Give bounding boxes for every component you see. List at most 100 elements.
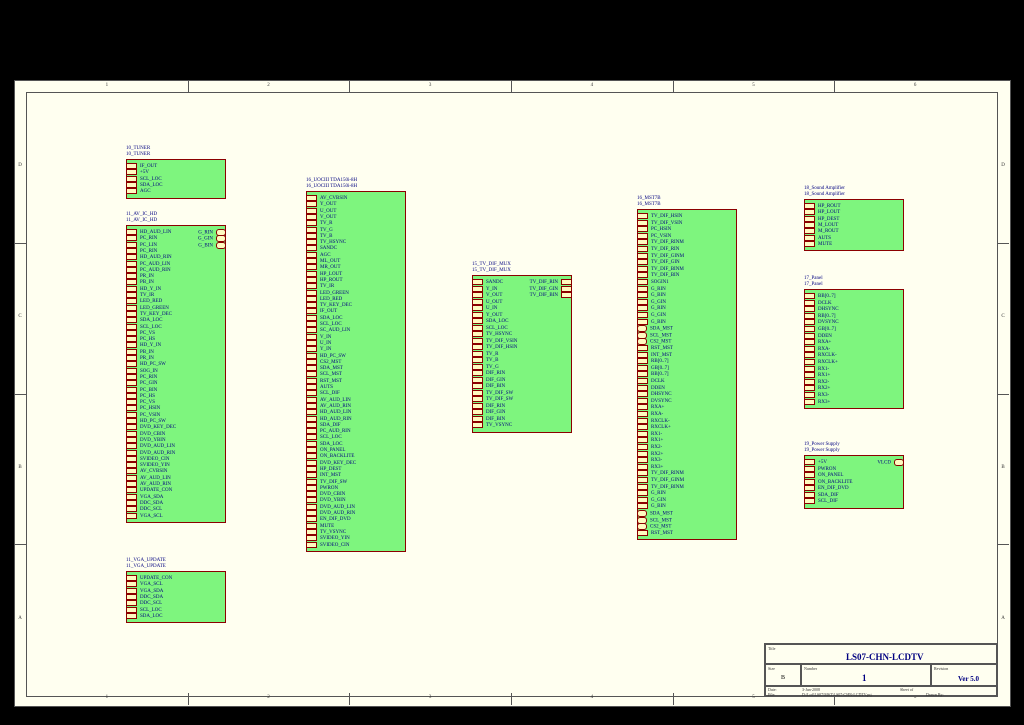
- port-pin-icon: [472, 389, 483, 396]
- port-pin-icon: [126, 430, 137, 437]
- sheet-entry[interactable]: TV_VSYNC: [472, 422, 512, 429]
- sheet-entry[interactable]: G_BIN: [198, 241, 226, 250]
- port-pin-icon: [306, 484, 317, 491]
- sheet-entry[interactable]: RST_MST: [637, 529, 673, 537]
- port-pin-icon: [126, 455, 137, 462]
- sheet-entry-label: TV_DIF_SW: [486, 397, 514, 403]
- schematic-sheet: 112233445566DDCCBBAA 10_TUNER 10_TUNER IF_…: [14, 80, 1011, 707]
- sheet-entry-label: DIF_GIN: [486, 410, 506, 416]
- sheet-entry-label: GB[0..7]: [818, 327, 836, 333]
- port-pin-icon: [306, 295, 317, 302]
- port-pin-icon: [306, 201, 317, 208]
- title-label: Title: [768, 646, 776, 651]
- sheet-entry-label: RX2+: [818, 386, 831, 392]
- port-pin-icon: [472, 324, 483, 331]
- sheet-entry[interactable]: SVIDEO_CIN: [306, 541, 349, 549]
- port-pin-icon: [804, 372, 815, 379]
- port-pin-icon: [472, 363, 483, 370]
- sheet-entry[interactable]: VLCD: [877, 459, 904, 467]
- drawing-title: LS07-CHN-LCDTV: [846, 652, 924, 662]
- port-pin-icon: [306, 371, 317, 378]
- sheet-symbol-filename: 18_Sound Amplifier: [804, 192, 845, 197]
- sheet-entry[interactable]: AGC: [126, 188, 151, 195]
- zone-divider: [511, 693, 512, 705]
- sheet-entry-label: G_RIN: [651, 306, 666, 312]
- sheet-symbol-body: AV_CVBSIN Y_OUT U_OUT V_OUT TV_R TV_G TV_B TV_H…: [306, 191, 406, 552]
- row-marker: C: [18, 314, 22, 320]
- sheet-symbol-power[interactable]: 19_Power Supply 19_Power Supply +5V PWRON ON…: [804, 442, 904, 509]
- sheet-symbol-mst[interactable]: 16_MST7B 16_MST7B TV_DIF_HSIN TV_DIF_VSIN PC…: [637, 196, 737, 540]
- sheet-entry-label: SANDC: [486, 280, 503, 286]
- sheet-symbol-uoc[interactable]: 16_UOCIII TDA150i-8H 16_UOCIII TDA150i-8H…: [306, 178, 406, 552]
- zone-divider: [14, 393, 26, 395]
- port-pin-icon: [472, 402, 483, 409]
- port-pin-icon: [126, 449, 137, 456]
- sheet-entry-label: TV_DIF_BIN: [651, 273, 680, 279]
- port-pin-icon: [804, 491, 815, 498]
- sheet-entry-label: TV_DIF_HSIN: [651, 214, 683, 220]
- sheet-symbol-panel[interactable]: 17_Panel 17_Panel BB[0..7] DCLK DHSYNC RB[0..…: [804, 276, 904, 409]
- port-pin-icon: [804, 319, 815, 326]
- sheet-entry-label: RX2-: [651, 445, 663, 451]
- port-pin-icon: [126, 254, 137, 261]
- sheet-entry-label: TV_DIF_GIN: [529, 286, 558, 292]
- sheet-entry-label: PC_HSIN: [651, 227, 672, 233]
- port-pin-icon: [306, 339, 317, 346]
- sheet-entry-label: RST_MST: [651, 530, 673, 536]
- port-pin-icon: [126, 600, 137, 607]
- sheet-symbol-filename: 19_Power Supply: [804, 448, 840, 453]
- port-pin-icon: [306, 434, 317, 441]
- port-pin-icon: [804, 365, 815, 372]
- port-pin-icon: [637, 318, 648, 325]
- sheet-entry[interactable]: TV_DIF_BIN: [530, 292, 572, 299]
- sheet-symbol-body: UPDATE_CON VGA_SCL VGA_SDA DDC_SDA DDC_SCL SC…: [126, 571, 226, 623]
- port-pin-icon: [126, 348, 137, 355]
- sheet-entry[interactable]: VGA_SCL: [126, 512, 163, 520]
- port-pin-icon: [306, 358, 317, 365]
- zone-divider: [834, 80, 836, 92]
- port-pin-icon: [472, 305, 483, 311]
- port-pin-icon: [637, 371, 648, 378]
- revision-label: Revision: [934, 666, 949, 671]
- port-pin-icon: [126, 169, 137, 176]
- port-pin-icon: [637, 259, 648, 266]
- port-pin-icon: [126, 260, 137, 267]
- sheet-entry[interactable]: SDA_LOC: [126, 612, 163, 620]
- port-pin-icon: [637, 496, 648, 503]
- sheet-entry[interactable]: RX3+: [804, 398, 830, 406]
- port-pin-icon: [126, 188, 137, 195]
- port-pin-icon: [216, 241, 226, 249]
- sheet-symbol-filename: 15_TV_DIF_MUX: [472, 268, 511, 273]
- port-pin-icon: [306, 503, 317, 510]
- sheet-symbol-dif[interactable]: 15_TV_DIF_MUX 15_TV_DIF_MUX SANDC Y_IN V_OUT…: [472, 262, 572, 433]
- sheet-symbol-av[interactable]: 11_AV_IC_HD 11_AV_IC_HD HD_AUD_LIN PC_RIN PC…: [126, 212, 226, 523]
- port-pin-icon: [306, 213, 317, 220]
- port-pin-icon: [126, 399, 137, 406]
- port-pin-icon: [306, 402, 317, 409]
- port-pin-icon: [472, 285, 483, 292]
- sheet-entry-label: SDA_DIF: [818, 492, 839, 498]
- port-pin-icon: [126, 405, 137, 412]
- sheet-symbol-vga[interactable]: 11_VGA_UPDATE 11_VGA_UPDATE UPDATE_CON VGA_…: [126, 558, 226, 623]
- sheet-entry-label: DVSYNC: [818, 320, 839, 326]
- column-marker: 5: [752, 695, 755, 700]
- port-pin-icon: [472, 376, 483, 383]
- port-pin-icon: [126, 342, 137, 349]
- port-pin-icon: [306, 541, 317, 548]
- port-pin-icon: [126, 181, 137, 188]
- row-marker: B: [1001, 464, 1005, 470]
- zone-divider: [187, 80, 189, 92]
- sheet-entry[interactable]: SCL_DIF: [804, 498, 838, 505]
- sheet-entry-label: G_RIN: [651, 286, 666, 292]
- sheet-entry-label: G_BIN: [651, 319, 666, 325]
- sheet-entry-label: EN_DIF_DVD: [818, 486, 849, 492]
- port-pin-icon: [804, 215, 815, 222]
- port-pin-icon: [306, 308, 317, 315]
- port-pin-icon: [126, 229, 137, 235]
- sheet-entry[interactable]: MUTE: [804, 240, 832, 248]
- sheet-entry-label: U_OUT: [486, 299, 503, 305]
- port-pin-icon: [804, 345, 815, 352]
- sheet-symbol-sound[interactable]: 18_Sound Amplifier 18_Sound Amplifier HP_R…: [804, 186, 904, 251]
- sheet-symbol-tuner[interactable]: 10_TUNER 10_TUNER IF_OUT +5V SCL_LOC SDA_LOC A…: [126, 146, 226, 199]
- port-pin-icon: [561, 279, 572, 285]
